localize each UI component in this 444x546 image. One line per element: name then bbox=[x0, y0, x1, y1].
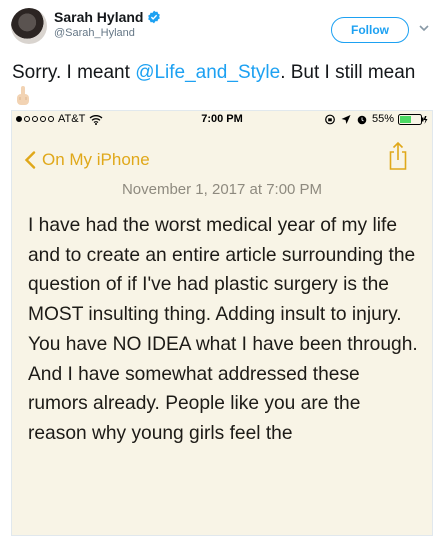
author-display-name[interactable]: Sarah Hyland bbox=[54, 9, 143, 25]
rotation-lock-icon bbox=[325, 114, 335, 124]
mention-link[interactable]: @Life_and_Style bbox=[135, 62, 280, 83]
status-bar: AT&T 7:00 PM 55% bbox=[12, 111, 432, 129]
middle-finger-emoji-icon bbox=[17, 86, 29, 105]
note-date: November 1, 2017 at 7:00 PM bbox=[121, 181, 323, 198]
verified-badge-icon bbox=[148, 10, 161, 24]
tweet-text-after: . But I still mean bbox=[280, 62, 416, 83]
share-icon[interactable] bbox=[388, 141, 408, 171]
status-bar-right: 55% bbox=[324, 113, 428, 125]
author-handle[interactable]: @Sarah_Hyland bbox=[54, 27, 135, 39]
tweet-text-before: Sorry. I meant bbox=[12, 62, 136, 83]
chevron-down-icon[interactable] bbox=[418, 22, 430, 34]
tweet-text: Sorry. I meant @Life_and_Style. But I st… bbox=[12, 60, 436, 111]
back-chevron-icon[interactable] bbox=[24, 151, 36, 169]
avatar[interactable] bbox=[11, 8, 47, 44]
note-body[interactable]: I have had the worst medical year of my … bbox=[28, 211, 424, 449]
follow-button[interactable]: Follow bbox=[331, 17, 409, 43]
battery-percent: 55% bbox=[371, 113, 394, 125]
battery-icon bbox=[398, 113, 428, 125]
tweet-header: Sarah Hyland @Sarah_Hyland Follow bbox=[0, 0, 444, 56]
notes-screenshot: AT&T 7:00 PM 55% On My iPhone November 1… bbox=[11, 110, 433, 536]
back-button[interactable]: On My iPhone bbox=[42, 150, 150, 170]
location-icon bbox=[341, 114, 351, 124]
notes-nav-bar: On My iPhone bbox=[12, 129, 432, 179]
alarm-icon bbox=[357, 115, 367, 124]
author-name-row: Sarah Hyland bbox=[54, 9, 161, 25]
